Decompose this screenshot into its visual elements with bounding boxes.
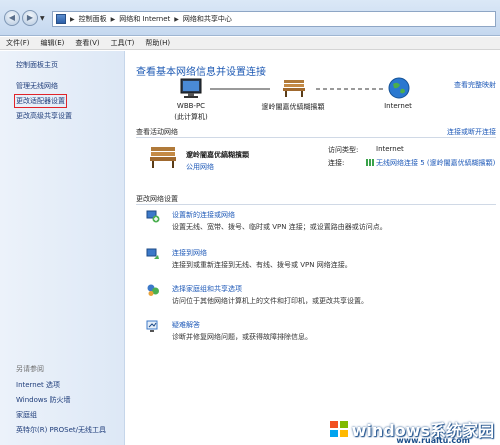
connections-label: 连接: [328,159,345,167]
menu-help[interactable]: 帮助(H) [145,38,170,48]
network-type-link[interactable]: 公用网络 [186,162,214,172]
connect-network-icon [146,248,159,259]
access-type-value: Internet [376,145,404,153]
setup-new-connection-link[interactable]: 设置新的连接或网络 [172,210,235,220]
access-type-label: 访问类型: [328,146,359,154]
menu-bar: 文件(F) 编辑(E) 查看(V) 工具(T) 帮助(H) [0,37,500,50]
connect-to-network-desc: 连接到或重新连接到无线、有线、拨号或 VPN 网络连接。 [172,261,352,269]
see-also-windows-firewall[interactable]: Windows 防火墙 [16,395,70,405]
wireless-connection-link[interactable]: 无线网络连接 5 (邃岭闇嘉优縞糊擯顆) [376,158,498,168]
troubleshoot-icon [146,320,158,332]
menu-file[interactable]: 文件(F) [6,38,30,48]
sidebar-manage-wireless[interactable]: 管理无线网络 [16,81,58,91]
menu-edit[interactable]: 编辑(E) [41,38,65,48]
active-networks-heading: 查看活动网络 [136,128,178,136]
sidebar: 控制面板主页 管理无线网络 更改适配器设置 更改高级共享设置 另请参阅 Inte… [0,51,125,445]
setup-new-connection-desc: 设置无线、宽带、拨号、临时或 VPN 连接；或设置路由器或访问点。 [172,223,387,231]
computer-icon [180,78,202,98]
map-link-line [316,88,386,90]
breadcrumb-separator-icon[interactable]: ▶ [174,16,179,23]
see-also-heading: 另请参阅 [16,365,44,373]
menu-view[interactable]: 查看(V) [75,38,99,48]
bench-icon [150,147,176,168]
control-panel-icon [56,14,66,24]
map-link-line [210,88,270,90]
breadcrumb-separator-icon[interactable]: ▶ [70,16,75,23]
breadcrumb-network-internet[interactable]: 网络和 Internet [119,14,170,24]
back-button[interactable]: ◀ [4,10,20,26]
breadcrumb[interactable]: ▶ 控制面板 ▶ 网络和 Internet ▶ 网络和共享中心 [52,11,496,27]
breadcrumb-network-sharing-center[interactable]: 网络和共享中心 [183,14,232,24]
recent-pages-dropdown-icon[interactable]: ▼ [40,15,45,22]
see-also-intel-proset[interactable]: 英特尔(R) PROSet/无线工具 [16,425,106,435]
bench-icon [283,80,305,97]
signal-bars-icon [366,159,374,166]
windows-logo-icon [329,421,348,437]
watermark-url: www.ruaitu.com [396,436,470,445]
homegroup-sharing-desc: 访问位于其他网络计算机上的文件和打印机，或更改共享设置。 [172,297,368,305]
sidebar-advanced-sharing[interactable]: 更改高级共享设置 [16,111,72,121]
new-connection-icon [146,210,160,223]
see-also-internet-options[interactable]: Internet 选项 [16,380,60,390]
homegroup-sharing-link[interactable]: 选择家庭组和共享选项 [172,284,242,294]
address-bar: ◀ ▶ ▼ ▶ 控制面板 ▶ 网络和 Internet ▶ 网络和共享中心 [0,0,500,36]
connect-to-network-link[interactable]: 连接到网络 [172,248,207,258]
computer-name: WBB-PC [176,102,206,110]
network-map-name[interactable]: 邃岭闇嘉优縞糊擯顆 [258,102,328,112]
sidebar-control-panel-home[interactable]: 控制面板主页 [16,60,58,70]
page-title: 查看基本网络信息并设置连接 [136,67,266,78]
troubleshoot-link[interactable]: 疑难解答 [172,320,200,330]
menu-tools[interactable]: 工具(T) [111,38,135,48]
computer-sublabel: (此计算机) [174,113,208,121]
connect-or-disconnect-link[interactable]: 连接或断开连接 [447,127,496,137]
main-panel: 查看基本网络信息并设置连接 查看完整映射 WBB-PC (此计算机) 邃岭闇嘉优… [126,51,500,445]
change-settings-heading: 更改网络设置 [136,195,178,203]
view-full-map-link[interactable]: 查看完整映射 [454,80,496,90]
internet-label: Internet [384,102,412,110]
see-also-homegroup[interactable]: 家庭组 [16,410,37,420]
sidebar-change-adapter-settings[interactable]: 更改适配器设置 [14,94,67,108]
homegroup-icon [147,284,159,296]
forward-button[interactable]: ▶ [22,10,38,26]
active-network-name: 邃岭闇嘉优縞糊擯顆 [186,151,249,159]
globe-icon [388,77,410,99]
breadcrumb-control-panel[interactable]: 控制面板 [79,14,107,24]
troubleshoot-desc: 诊断并修复网络问题，或获得故障排除信息。 [172,333,312,341]
breadcrumb-separator-icon[interactable]: ▶ [111,16,116,23]
divider [136,137,496,138]
divider [136,204,496,205]
